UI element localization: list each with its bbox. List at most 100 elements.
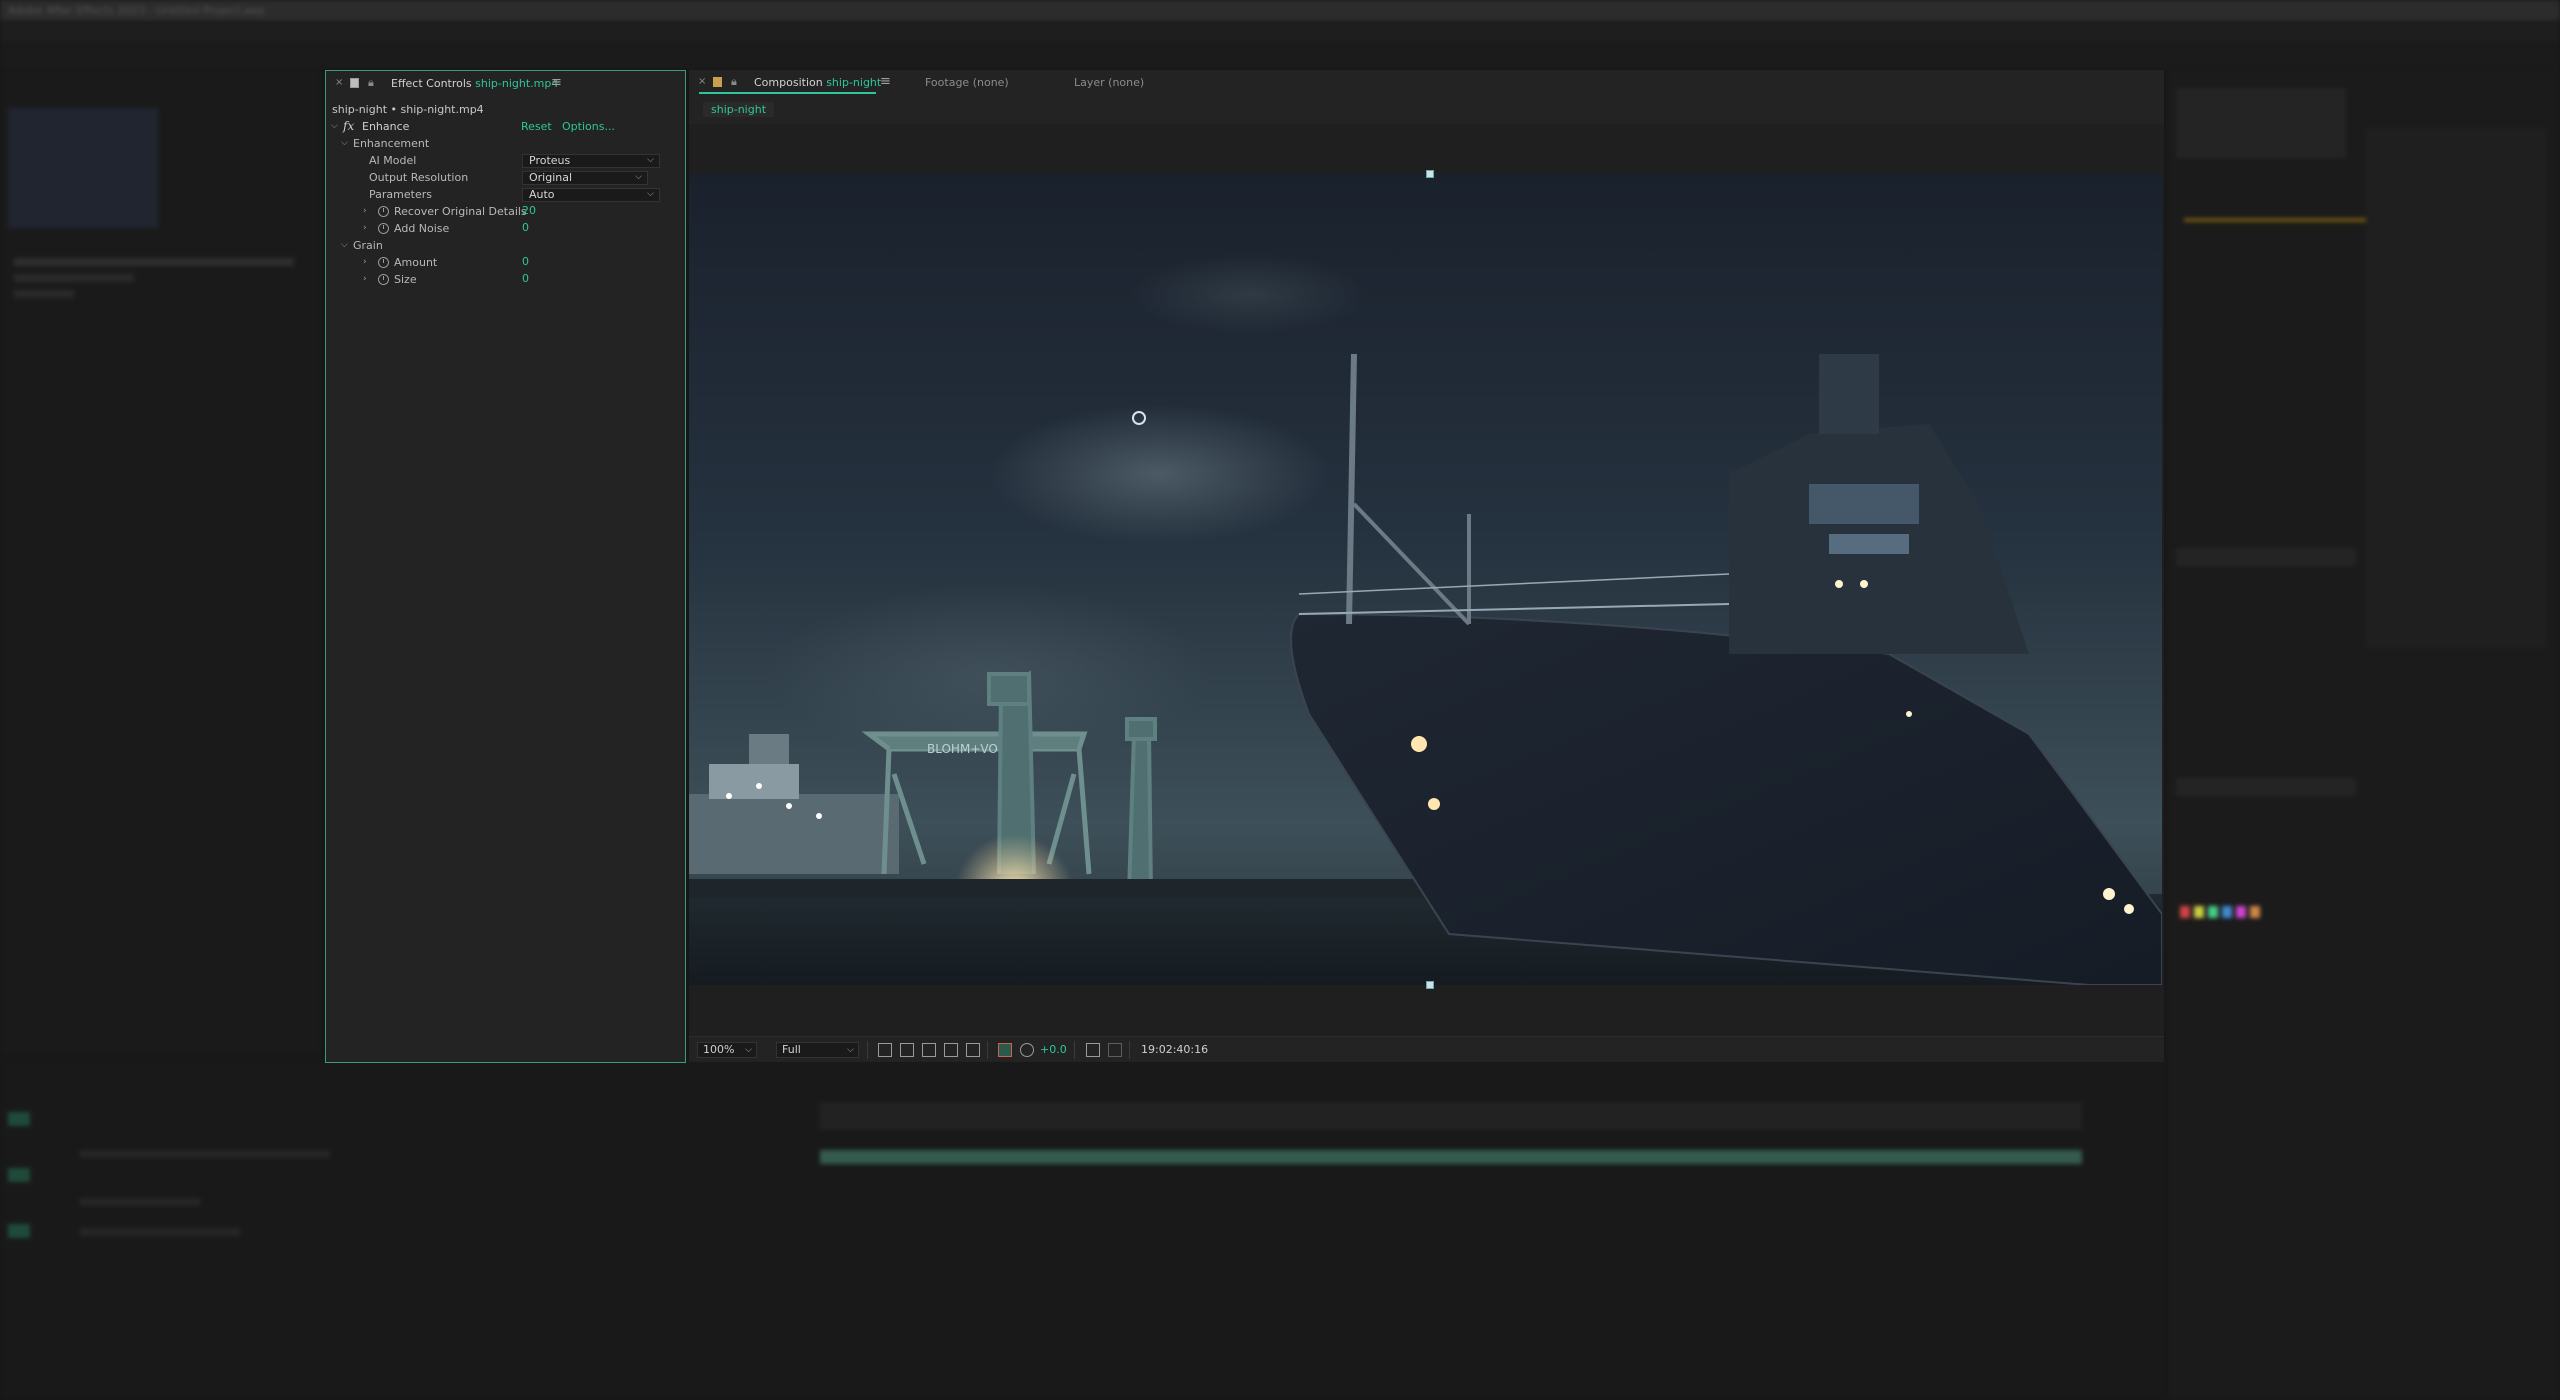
fx-icon[interactable]: fx bbox=[343, 119, 354, 133]
group-label: Grain bbox=[353, 239, 383, 252]
resolution-dropdown[interactable]: Full ⌵ bbox=[776, 1042, 859, 1058]
effect-controls-tab[interactable]: × 🔒︎ Effect Controls ship-night.mp4 ≡ bbox=[326, 71, 685, 95]
tab-title: Composition bbox=[754, 76, 823, 89]
menu-icon[interactable]: ≡ bbox=[551, 75, 562, 90]
lock-icon[interactable]: 🔒︎ bbox=[731, 75, 737, 89]
group-grain[interactable]: ⌵ Grain bbox=[326, 238, 685, 255]
group-enhancement[interactable]: ⌵ Enhancement bbox=[326, 136, 685, 153]
divider bbox=[1129, 1041, 1130, 1059]
chevron-down-icon[interactable]: ⌵ bbox=[341, 138, 348, 148]
exposure-reset-icon[interactable] bbox=[1020, 1043, 1034, 1057]
composition-tabs: × 🔒︎ Composition ship-night ≡ Footage (n… bbox=[689, 70, 2164, 96]
current-time-display[interactable]: 19:02:40:16 bbox=[1141, 1043, 1208, 1056]
chevron-right-icon[interactable]: › bbox=[363, 274, 367, 284]
exposure-value[interactable]: +0.0 bbox=[1040, 1043, 1067, 1056]
param-ai-model: AI Model Proteus ⌵ bbox=[326, 153, 685, 170]
project-panel bbox=[0, 68, 322, 1058]
effects-presets-panel bbox=[2366, 128, 2546, 648]
tab-footage[interactable]: Footage (none) bbox=[925, 76, 1009, 89]
stopwatch-icon[interactable] bbox=[378, 257, 389, 268]
effect-controls-title: Effect Controls ship-night.mp4 bbox=[391, 77, 558, 90]
tab-title: Effect Controls bbox=[391, 77, 472, 90]
snapshot-icon[interactable] bbox=[1086, 1043, 1100, 1057]
guides-icon[interactable] bbox=[966, 1043, 980, 1057]
tab-comp-name: ship-night bbox=[826, 76, 882, 89]
ship-night-frame: BLOHM+VOSS bbox=[689, 174, 2162, 985]
comp-navigator-tab[interactable]: ship-night bbox=[703, 102, 775, 117]
chevron-down-icon: ⌵ bbox=[745, 1045, 752, 1055]
param-label: Size bbox=[394, 273, 417, 286]
chevron-right-icon[interactable]: › bbox=[363, 257, 367, 267]
param-add-noise: › Add Noise 0 bbox=[326, 221, 685, 238]
chevron-right-icon[interactable]: › bbox=[363, 206, 367, 216]
size-value[interactable]: 0 bbox=[522, 272, 529, 285]
timeline-tool-icon bbox=[8, 1112, 30, 1126]
label-swatch bbox=[2250, 906, 2260, 918]
param-output-resolution: Output Resolution Original ⌵ bbox=[326, 170, 685, 187]
add-noise-value[interactable]: 0 bbox=[522, 221, 529, 234]
panel-color-icon bbox=[350, 78, 359, 88]
menu-bar bbox=[0, 22, 2560, 44]
mask-visibility-icon[interactable] bbox=[922, 1043, 936, 1057]
right-panels bbox=[2166, 68, 2560, 1400]
param-amount: › Amount 0 bbox=[326, 255, 685, 272]
show-snapshot-icon[interactable] bbox=[1108, 1043, 1122, 1057]
stopwatch-icon[interactable] bbox=[378, 206, 389, 217]
layer-handle-top[interactable] bbox=[1426, 170, 1434, 178]
output-resolution-dropdown[interactable]: Original ⌵ bbox=[522, 171, 648, 185]
layer-handle-bottom[interactable] bbox=[1426, 981, 1434, 989]
chevron-down-icon: ⌵ bbox=[647, 155, 654, 165]
close-icon[interactable]: × bbox=[698, 76, 706, 87]
timeline-tool-icon bbox=[8, 1168, 30, 1182]
param-label: Add Noise bbox=[394, 222, 450, 235]
color-management-icon[interactable] bbox=[998, 1043, 1012, 1057]
group-label: Enhancement bbox=[353, 137, 430, 150]
tab-layer[interactable]: Layer (none) bbox=[1074, 76, 1144, 89]
time-ruler bbox=[820, 1102, 2082, 1130]
resolution-value: Full bbox=[782, 1043, 801, 1056]
project-item bbox=[14, 274, 134, 282]
effect-source-label: ship-night • ship-night.mp4 bbox=[332, 103, 484, 116]
transparency-grid-icon[interactable] bbox=[900, 1043, 914, 1057]
app-window: Adobe After Effects 2023 - Untitled Proj… bbox=[0, 0, 2560, 1400]
effect-row-enhance[interactable]: ⌵ fx Enhance Reset Options... bbox=[326, 119, 685, 136]
menu-icon[interactable]: ≡ bbox=[880, 74, 891, 89]
reset-button[interactable]: Reset bbox=[521, 120, 552, 133]
dropdown-value: Proteus bbox=[529, 154, 571, 167]
chevron-down-icon[interactable]: ⌵ bbox=[331, 121, 338, 131]
label-swatch bbox=[2194, 906, 2204, 918]
project-item bbox=[14, 258, 294, 266]
lock-icon[interactable]: 🔒︎ bbox=[368, 76, 374, 90]
stopwatch-icon[interactable] bbox=[378, 274, 389, 285]
timeline-layer-row bbox=[80, 1150, 330, 1158]
divider bbox=[1074, 1041, 1075, 1059]
anchor-point-icon[interactable] bbox=[1132, 411, 1146, 425]
composition-canvas[interactable]: BLOHM+VOSS bbox=[689, 174, 2162, 985]
timeline-panel bbox=[0, 1058, 2166, 1400]
tab-layer-name: ship-night.mp4 bbox=[475, 77, 559, 90]
divider bbox=[867, 1041, 868, 1059]
fast-previews-icon[interactable] bbox=[878, 1043, 892, 1057]
tab-composition[interactable]: Composition ship-night bbox=[754, 76, 881, 89]
title-bar: Adobe After Effects 2023 - Untitled Proj… bbox=[0, 0, 2560, 22]
panel-row bbox=[2176, 778, 2356, 796]
project-thumbnail bbox=[8, 108, 158, 228]
chevron-right-icon[interactable]: › bbox=[363, 223, 367, 233]
ai-model-dropdown[interactable]: Proteus ⌵ bbox=[522, 154, 660, 168]
close-icon[interactable]: × bbox=[335, 77, 343, 88]
parameters-dropdown[interactable]: Auto ⌵ bbox=[522, 188, 660, 202]
info-panel bbox=[2176, 88, 2346, 158]
viewer-toolbar: 100% ⌵ Full ⌵ +0.0 19:02:40:16 bbox=[689, 1036, 2164, 1062]
recover-details-value[interactable]: 20 bbox=[522, 204, 536, 217]
panel-color-icon bbox=[713, 77, 722, 87]
amount-value[interactable]: 0 bbox=[522, 255, 529, 268]
region-of-interest-icon[interactable] bbox=[944, 1043, 958, 1057]
composition-panel: × 🔒︎ Composition ship-night ≡ Footage (n… bbox=[689, 70, 2164, 1062]
timeline-layer-row bbox=[80, 1198, 200, 1206]
chevron-down-icon[interactable]: ⌵ bbox=[341, 240, 348, 250]
options-button[interactable]: Options... bbox=[562, 120, 615, 133]
zoom-value: 100% bbox=[703, 1043, 735, 1056]
stopwatch-icon[interactable] bbox=[378, 223, 389, 234]
param-label: Amount bbox=[394, 256, 438, 269]
magnification-dropdown[interactable]: 100% ⌵ bbox=[697, 1042, 757, 1058]
